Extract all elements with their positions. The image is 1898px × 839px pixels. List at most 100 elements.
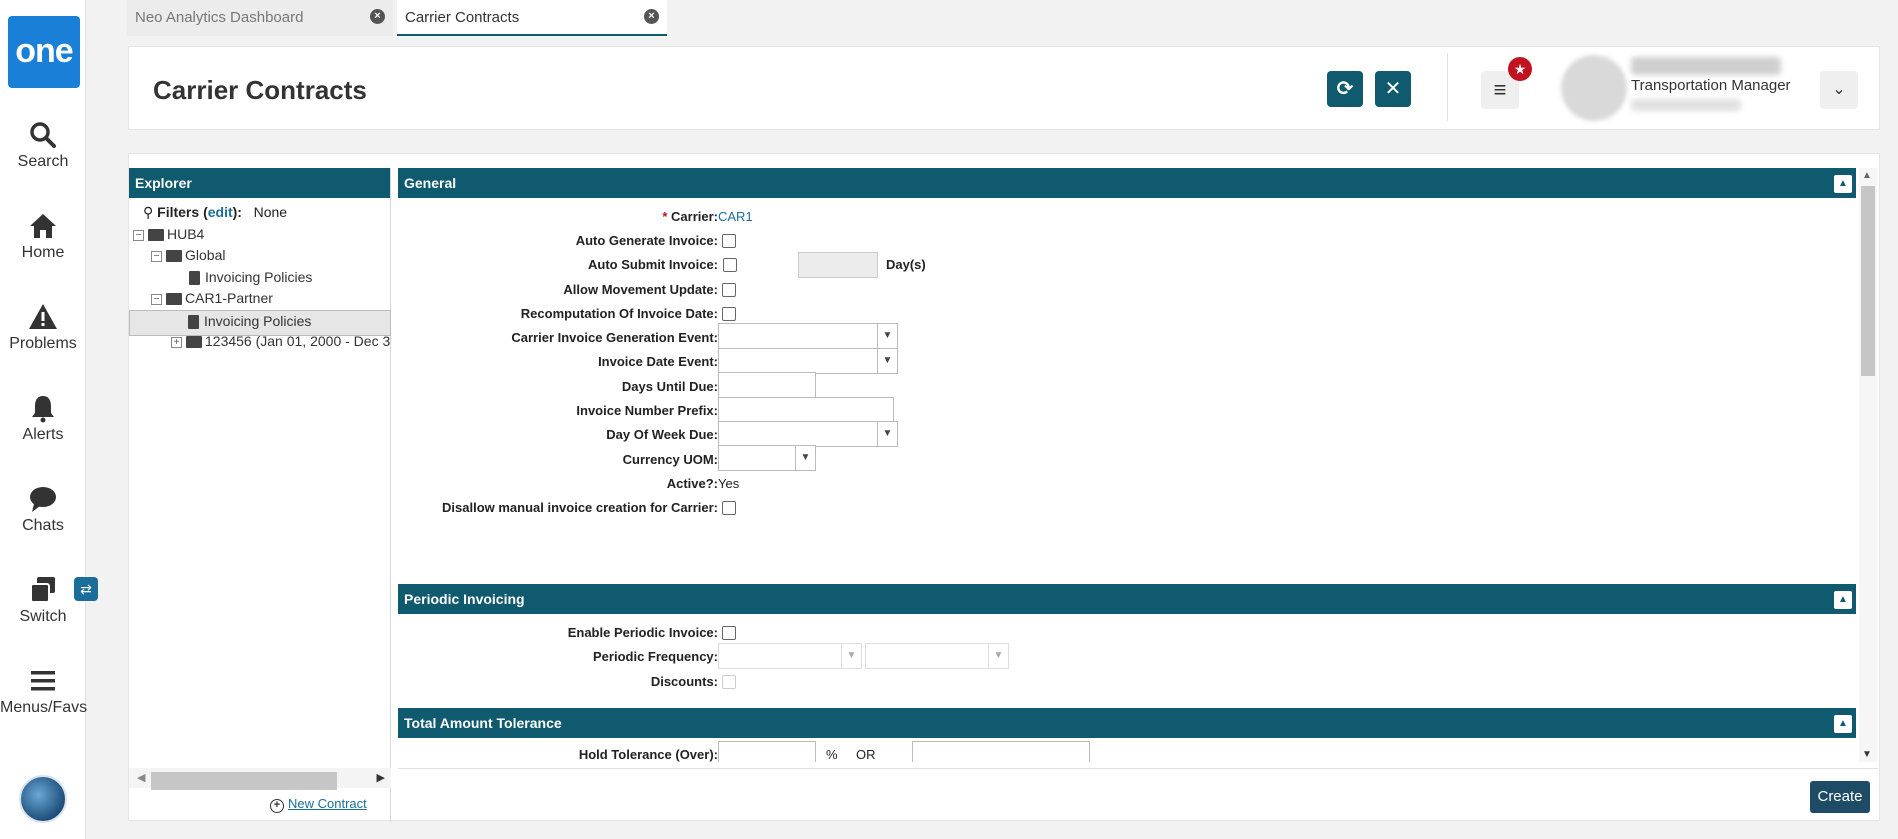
- form-vertical-scrollbar[interactable]: ▲ ▼: [1859, 168, 1877, 762]
- filters-row: ⚲ Filters (edit): None: [143, 204, 288, 220]
- tab-carrier-contracts[interactable]: Carrier Contracts ×: [397, 0, 667, 36]
- new-contract-label: New Contract: [288, 796, 367, 811]
- user-org-redacted: [1631, 99, 1741, 111]
- star-icon[interactable]: ★: [1508, 57, 1532, 81]
- invoice-date-event-label: Invoice Date Event:: [598, 354, 718, 369]
- footer-divider: [398, 768, 1878, 769]
- tree-node-label: HUB4: [167, 226, 205, 242]
- collapse-section-icon[interactable]: ▲: [1834, 591, 1852, 609]
- discounts-checkbox[interactable]: [722, 675, 736, 689]
- tree-node-global[interactable]: − Global: [151, 245, 225, 265]
- expand-icon[interactable]: +: [171, 336, 182, 348]
- carrier-invoice-generation-event-select[interactable]: ▼: [718, 323, 898, 349]
- tree-node-global-invoicing-policies[interactable]: Invoicing Policies: [189, 267, 312, 287]
- invoice-number-prefix-label: Invoice Number Prefix:: [576, 403, 718, 418]
- nav-home[interactable]: Home: [0, 211, 86, 262]
- auto-submit-invoice-checkbox[interactable]: [723, 258, 737, 272]
- active-label: Active?:: [666, 476, 718, 491]
- hold-tolerance-amount-input[interactable]: [912, 741, 1090, 762]
- tree-node-contract-123456[interactable]: +123456 (Jan 01, 2000 - Dec 31,: [171, 331, 391, 351]
- new-contract-link[interactable]: + New Contract: [270, 796, 367, 813]
- scroll-right-arrow-icon[interactable]: ▶: [377, 771, 385, 784]
- collapse-section-icon[interactable]: ▲: [1834, 175, 1852, 193]
- tab-neo-analytics-dashboard[interactable]: Neo Analytics Dashboard ×: [127, 0, 393, 36]
- folder-open-icon: [148, 229, 164, 242]
- user-globe-avatar[interactable]: [19, 775, 67, 823]
- invoice-number-prefix-input[interactable]: [718, 397, 894, 423]
- days-until-due-input[interactable]: [718, 372, 816, 398]
- disallow-manual-checkbox[interactable]: [722, 501, 736, 515]
- tree-node-hub4[interactable]: − HUB4: [133, 224, 204, 244]
- scrollbar-thumb[interactable]: [1861, 186, 1875, 376]
- scroll-down-arrow-icon[interactable]: ▼: [1862, 749, 1872, 760]
- scroll-up-arrow-icon[interactable]: ▲: [1862, 170, 1872, 181]
- currency-uom-select[interactable]: ▼: [718, 445, 816, 471]
- collapse-icon[interactable]: −: [151, 250, 162, 262]
- nav-menus-favs[interactable]: Menus/Favs: [0, 666, 87, 717]
- days-unit-label: Day(s): [886, 257, 926, 272]
- section-periodic-invoicing-header[interactable]: Periodic Invoicing ▲: [398, 584, 1856, 614]
- or-label: OR: [856, 747, 876, 762]
- tree-node-label: CAR1-Partner: [185, 290, 273, 306]
- carrier-value[interactable]: CAR1: [718, 209, 753, 224]
- scroll-left-arrow-icon[interactable]: ◀: [137, 771, 145, 784]
- nav-chats[interactable]: Chats: [0, 484, 86, 535]
- periodic-frequency-select[interactable]: ▼: [718, 643, 862, 669]
- section-general-header[interactable]: General ▲: [398, 168, 1856, 198]
- periodic-frequency-unit-select[interactable]: ▼: [865, 643, 1009, 669]
- chevron-down-icon: ▼: [795, 446, 815, 470]
- carrier-invoice-generation-event-label: Carrier Invoice Generation Event:: [511, 330, 718, 345]
- refresh-icon: ⟳: [1336, 78, 1354, 100]
- app-logo[interactable]: one: [8, 16, 80, 88]
- tree-node-label: Invoicing Policies: [205, 269, 313, 285]
- user-avatar[interactable]: [1561, 55, 1627, 121]
- main-panel: Explorer ⚲ Filters (edit): None − HUB4 − G…: [128, 153, 1880, 822]
- section-title: Total Amount Tolerance: [404, 715, 562, 731]
- section-title: General: [404, 175, 457, 191]
- day-of-week-due-select[interactable]: ▼: [718, 421, 898, 447]
- filters-edit-link[interactable]: edit: [208, 204, 233, 220]
- auto-submit-days-input[interactable]: [798, 252, 878, 278]
- close-button[interactable]: ✕: [1375, 71, 1411, 107]
- user-menu-dropdown[interactable]: ⌄: [1820, 71, 1858, 109]
- switch-arrows-icon[interactable]: ⇄: [74, 577, 98, 601]
- refresh-button[interactable]: ⟳: [1327, 71, 1363, 107]
- page-title: Carrier Contracts: [153, 75, 367, 105]
- hold-tolerance-percent-input[interactable]: [718, 741, 816, 762]
- close-icon: ✕: [1384, 78, 1402, 100]
- nav-search[interactable]: Search: [0, 120, 86, 171]
- create-button[interactable]: Create: [1810, 781, 1870, 813]
- filters-label: Filters: [157, 204, 200, 220]
- tree-node-label: 123456 (Jan 01, 2000 - Dec 31,: [205, 333, 391, 349]
- tree-node-car1-partner[interactable]: − CAR1-Partner: [151, 288, 273, 308]
- periodic-frequency-label: Periodic Frequency:: [593, 649, 718, 664]
- collapse-icon[interactable]: −: [151, 293, 162, 305]
- enable-periodic-invoice-checkbox[interactable]: [722, 626, 736, 640]
- collapse-section-icon[interactable]: ▲: [1834, 715, 1852, 733]
- explorer-horizontal-scrollbar[interactable]: ◀ ▶: [129, 768, 391, 790]
- scrollbar-thumb[interactable]: [151, 772, 337, 790]
- recomputation-checkbox[interactable]: [722, 307, 736, 321]
- nav-alerts[interactable]: Alerts: [0, 393, 86, 444]
- nav-alerts-label: Alerts: [22, 426, 64, 443]
- explorer-title: Explorer: [129, 168, 390, 198]
- disallow-manual-label: Disallow manual invoice creation for Car…: [442, 500, 718, 515]
- auto-generate-invoice-checkbox[interactable]: [722, 234, 736, 248]
- nav-problems[interactable]: Problems: [0, 302, 86, 353]
- active-value: Yes: [718, 476, 740, 491]
- section-total-amount-tolerance-header[interactable]: Total Amount Tolerance ▲: [398, 708, 1856, 738]
- day-of-week-due-label: Day Of Week Due:: [606, 427, 718, 442]
- hamburger-menu-icon: [0, 666, 86, 696]
- carrier-label: * Carrier:: [662, 209, 718, 224]
- page-header: Carrier Contracts ⟳ ✕ ≡ ★ Transportation…: [128, 46, 1880, 130]
- auto-submit-invoice-label: Auto Submit Invoice:: [588, 257, 718, 272]
- allow-movement-update-label: Allow Movement Update:: [563, 282, 718, 297]
- close-tab-icon[interactable]: ×: [644, 9, 659, 24]
- document-icon: [189, 271, 200, 286]
- nav-problems-label: Problems: [9, 335, 77, 352]
- allow-movement-update-checkbox[interactable]: [722, 283, 736, 297]
- invoice-date-event-select[interactable]: ▼: [718, 348, 898, 374]
- contract-form: General ▲ * Carrier: CAR1 Auto Generate …: [398, 168, 1856, 762]
- collapse-icon[interactable]: −: [133, 229, 144, 241]
- close-tab-icon[interactable]: ×: [370, 9, 385, 24]
